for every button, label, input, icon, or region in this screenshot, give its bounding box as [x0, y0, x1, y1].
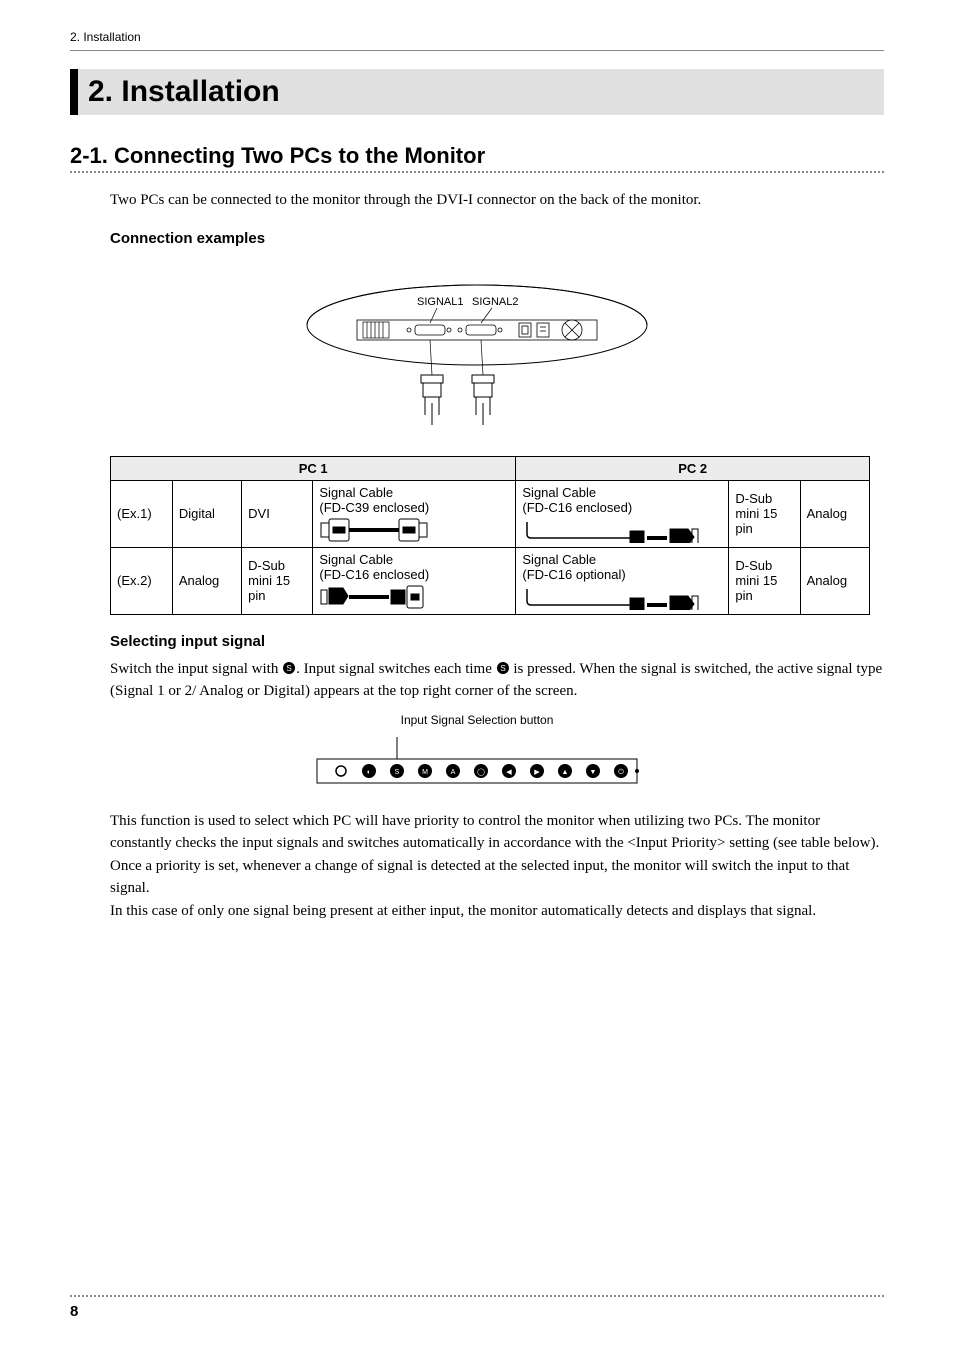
cell-pc2-conn: D-Sub mini 15 pin: [729, 547, 800, 614]
header-rule: [70, 50, 884, 51]
cell-pc2-type: Analog: [800, 480, 869, 547]
signal1-label: SIGNAL1: [417, 296, 463, 308]
svg-text:◯: ◯: [477, 768, 485, 776]
button-panel-diagram: Input Signal Selection button ◐ S M A ◯ …: [70, 713, 884, 790]
table-row: (Ex.1) Digital DVI Signal Cable (FD-C39 …: [111, 480, 870, 547]
svg-text:M: M: [422, 769, 428, 776]
svg-text:S: S: [500, 664, 505, 673]
button-caption: Input Signal Selection button: [70, 713, 884, 727]
svg-text:▼: ▼: [590, 769, 597, 776]
cell-pc1-conn: DVI: [242, 480, 313, 547]
svg-text:◀: ◀: [506, 769, 512, 776]
cell-pc1-conn: D-Sub mini 15 pin: [242, 547, 313, 614]
svg-text:S: S: [395, 769, 400, 776]
breadcrumb: 2. Installation: [70, 30, 884, 44]
signal-button-icon: S: [282, 661, 296, 675]
svg-text:S: S: [286, 664, 291, 673]
svg-text:▶: ▶: [534, 769, 540, 776]
table-row: (Ex.2) Analog D-Sub mini 15 pin Signal C…: [111, 547, 870, 614]
signal2-label: SIGNAL2: [472, 296, 518, 308]
cell-pc2-cable: Signal Cable (FD-C16 optional): [516, 547, 729, 614]
page-number: 8: [70, 1303, 78, 1320]
th-pc2: PC 2: [516, 456, 870, 480]
svg-text:▲: ▲: [562, 769, 569, 776]
priority-paragraph-2: In this case of only one signal being pr…: [110, 900, 884, 923]
th-pc1: PC 1: [111, 456, 516, 480]
svg-text:⏻: ⏻: [618, 768, 624, 776]
svg-text:◐: ◐: [367, 769, 371, 776]
section-heading: 2-1. Connecting Two PCs to the Monitor: [70, 143, 884, 169]
cell-pc2-type: Analog: [800, 547, 869, 614]
section-underline: [70, 171, 884, 173]
subhead-connection-examples: Connection examples: [110, 230, 884, 247]
cell-pc2-cable: Signal Cable (FD-C16 enclosed): [516, 480, 729, 547]
cell-pc2-conn: D-Sub mini 15 pin: [729, 480, 800, 547]
page-footer: 8: [70, 1295, 884, 1320]
cell-pc1-cable: Signal Cable (FD-C16 enclosed): [313, 547, 516, 614]
svg-text:A: A: [451, 769, 456, 776]
intro-paragraph: Two PCs can be connected to the monitor …: [110, 189, 884, 212]
connection-diagram: SIGNAL1 SIGNAL2: [70, 265, 884, 438]
selecting-input-paragraph: Switch the input signal with S. Input si…: [110, 658, 884, 703]
cell-ex: (Ex.2): [111, 547, 173, 614]
signal-button-icon: S: [496, 661, 510, 675]
footer-rule: [70, 1295, 884, 1297]
cell-ex: (Ex.1): [111, 480, 173, 547]
cell-pc1-type: Digital: [172, 480, 241, 547]
connection-table: PC 1 PC 2 (Ex.1) Digital DVI Signal Cabl…: [110, 456, 870, 615]
subhead-selecting-input: Selecting input signal: [110, 633, 884, 650]
cell-pc1-cable: Signal Cable (FD-C39 enclosed): [313, 480, 516, 547]
priority-paragraph-1: This function is used to select which PC…: [110, 810, 884, 900]
cell-pc1-type: Analog: [172, 547, 241, 614]
page-title: 2. Installation: [70, 69, 884, 115]
